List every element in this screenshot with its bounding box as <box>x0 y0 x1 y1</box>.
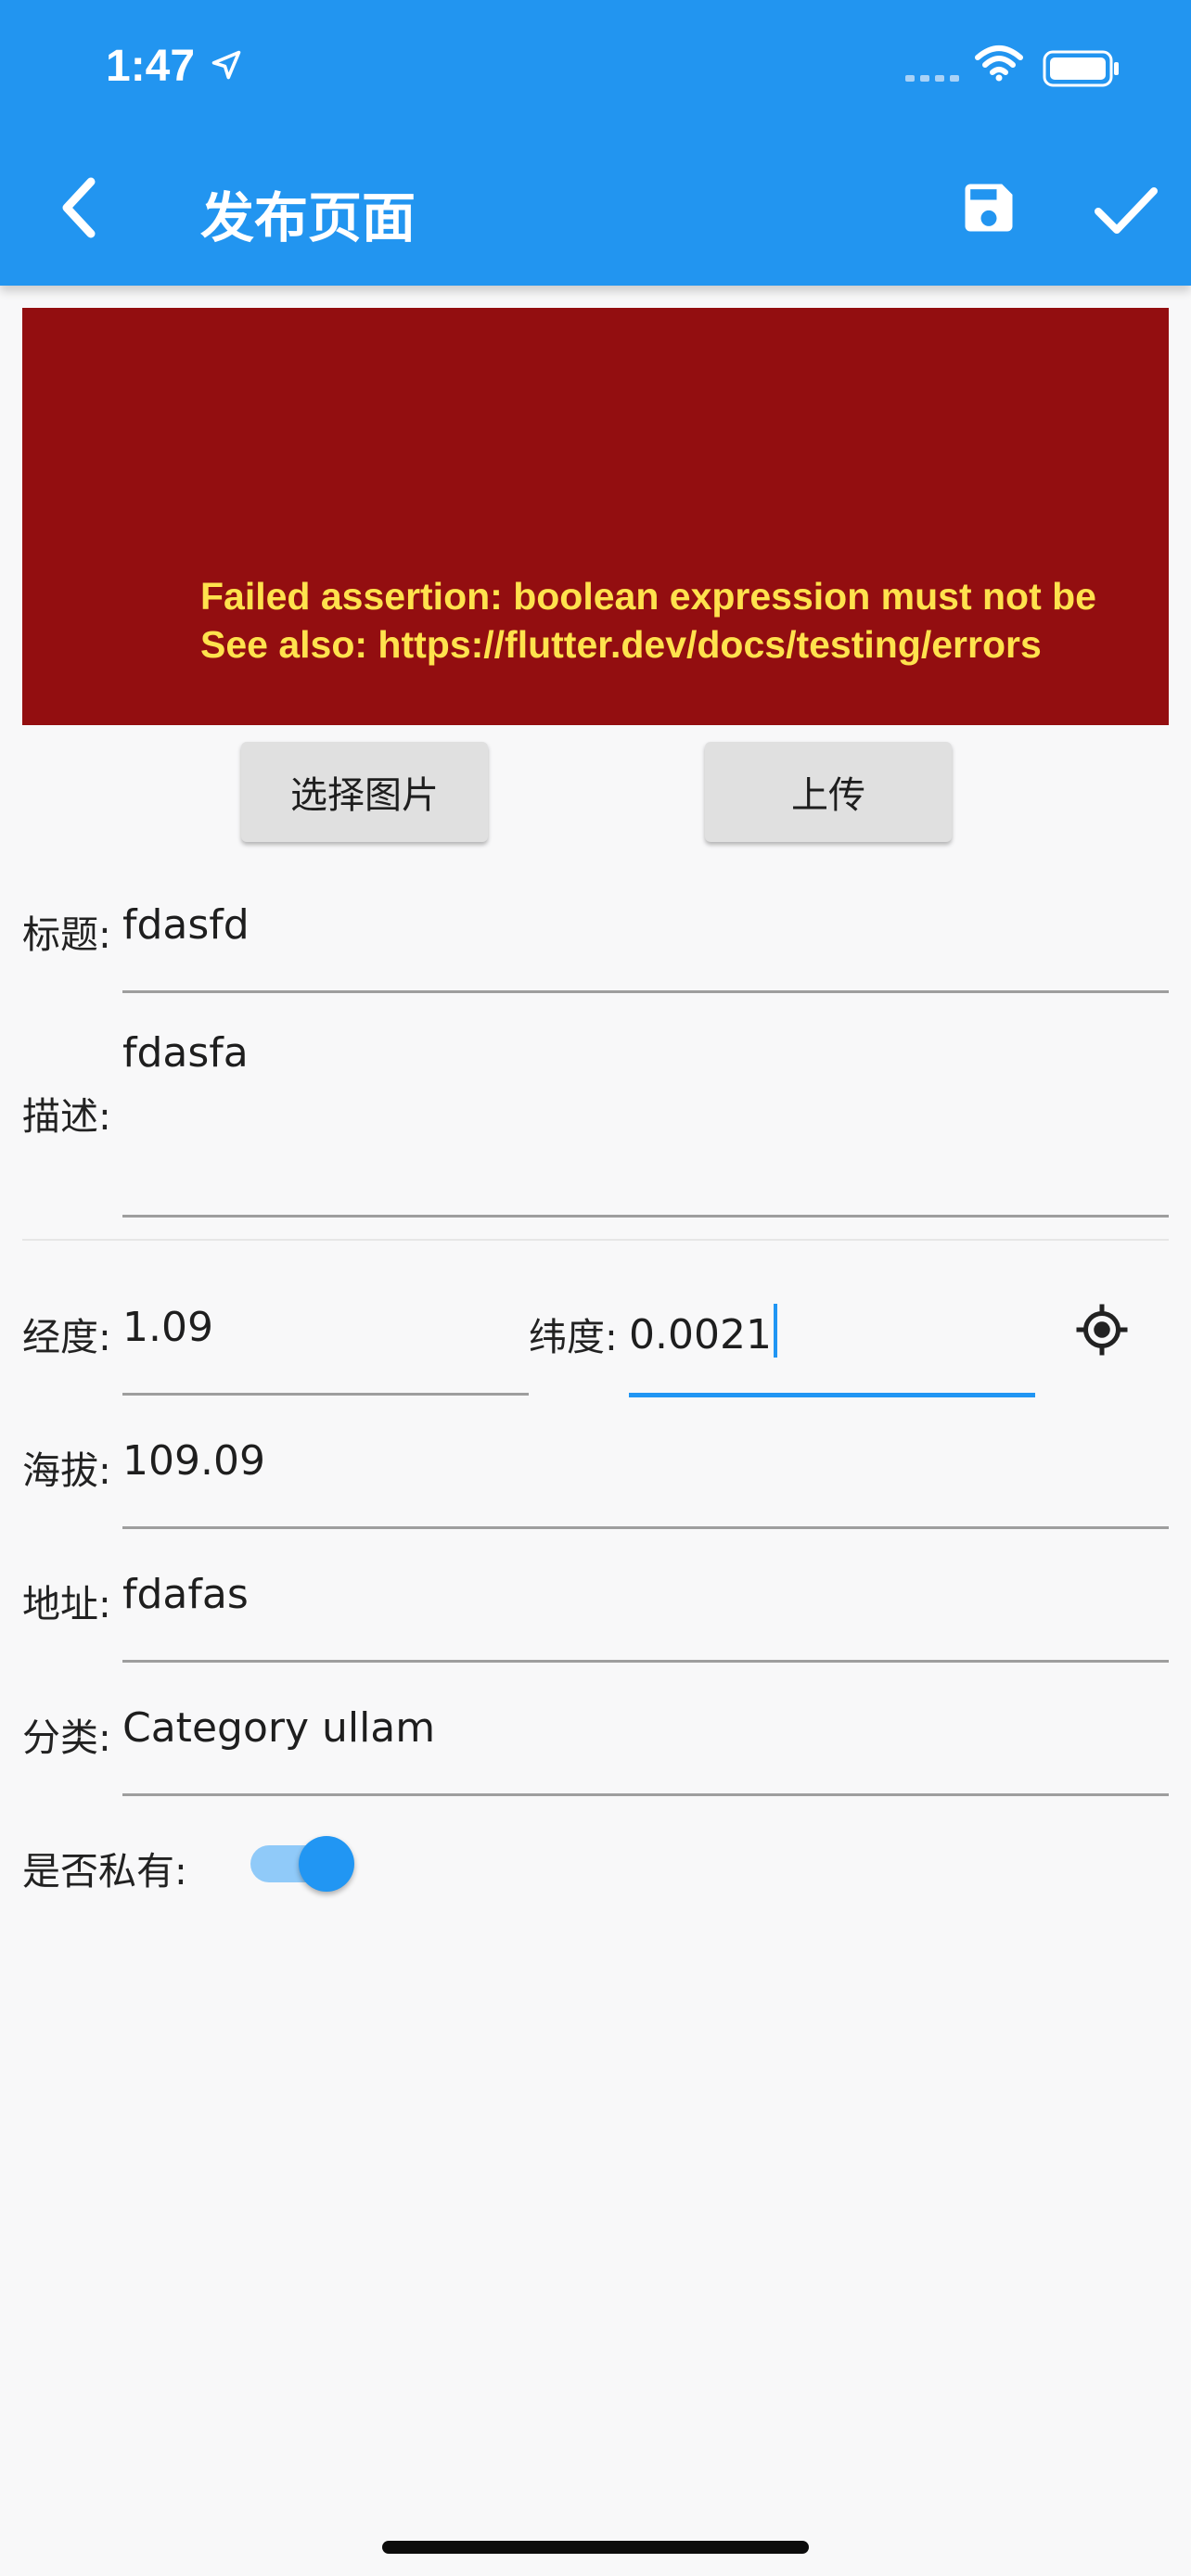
app-bar: 1:47 发布页面 <box>0 0 1191 286</box>
private-switch-thumb[interactable] <box>299 1836 354 1892</box>
address-label: 地址: <box>22 1582 111 1626</box>
description-input[interactable]: fdasfa <box>122 1029 249 1077</box>
error-message-line: Failed assertion: boolean expression mus… <box>200 575 1096 618</box>
longitude-input-underline <box>122 1393 529 1396</box>
address-input[interactable]: fdafas <box>122 1571 249 1618</box>
category-input[interactable]: Category ullam <box>122 1704 435 1752</box>
latitude-input-underline <box>629 1393 1035 1397</box>
altitude-input[interactable]: 109.09 <box>122 1437 265 1485</box>
my-location-icon[interactable] <box>1074 1302 1130 1358</box>
title-label: 标题: <box>22 912 111 957</box>
error-help-line: See also: https://flutter.dev/docs/testi… <box>200 623 1042 666</box>
description-label: 描述: <box>22 1094 111 1139</box>
private-label: 是否私有: <box>22 1849 187 1894</box>
back-arrow-icon[interactable] <box>52 172 108 243</box>
category-label: 分类: <box>22 1715 111 1760</box>
signal-icon <box>905 75 959 82</box>
latitude-value: 0.0021 <box>629 1311 772 1358</box>
location-arrow-icon <box>211 50 241 80</box>
status-time: 1:47 <box>106 42 196 91</box>
section-divider <box>22 1239 1169 1241</box>
upload-button[interactable]: 上传 <box>705 742 952 842</box>
address-input-underline <box>122 1660 1169 1663</box>
latitude-label: 纬度: <box>529 1315 618 1359</box>
title-input[interactable]: fdasfd <box>122 901 250 949</box>
save-icon[interactable] <box>957 176 1020 239</box>
page-title: 发布页面 <box>200 186 416 249</box>
battery-icon <box>1043 50 1119 87</box>
longitude-input[interactable]: 1.09 <box>122 1304 213 1351</box>
category-input-underline <box>122 1793 1169 1796</box>
text-cursor <box>773 1304 777 1358</box>
home-indicator <box>382 2541 809 2554</box>
longitude-label: 经度: <box>22 1315 111 1359</box>
altitude-input-underline <box>122 1526 1169 1529</box>
image-error-panel: Failed assertion: boolean expression mus… <box>22 308 1169 725</box>
description-input-underline <box>122 1215 1169 1218</box>
title-input-underline <box>122 990 1169 993</box>
pick-image-button[interactable]: 选择图片 <box>241 742 488 842</box>
wifi-icon <box>975 45 1023 82</box>
altitude-label: 海拔: <box>22 1448 111 1493</box>
check-icon[interactable] <box>1093 182 1159 237</box>
latitude-input[interactable]: 0.0021 <box>629 1304 777 1358</box>
